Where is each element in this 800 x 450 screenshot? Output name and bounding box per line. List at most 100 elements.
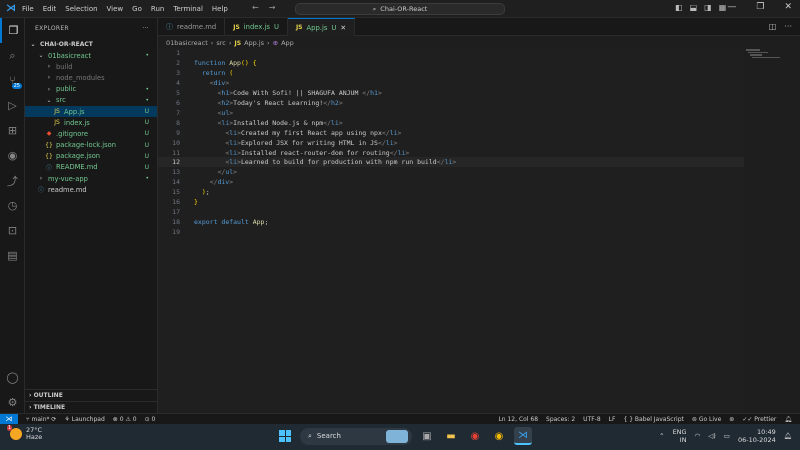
source-control-icon[interactable]: ⑂ 25	[0, 68, 25, 93]
breadcrumb-item[interactable]: App.js	[244, 39, 264, 47]
search-view-icon[interactable]: ⌕	[0, 43, 25, 68]
code-line[interactable]: 4 <div>	[158, 78, 744, 88]
language-indicator[interactable]: ENG IN	[673, 428, 687, 444]
language-mode[interactable]: { } Babel JavaScript	[623, 416, 683, 423]
code-line[interactable]: 13 </ul>	[158, 167, 744, 177]
notifications-bell-icon[interactable]: 🔔︎	[784, 416, 792, 423]
taskbar-search[interactable]: ⌕ Search	[300, 427, 412, 445]
split-editor-icon[interactable]: ◫	[769, 22, 777, 31]
customize-layout-icon[interactable]: ▦	[719, 3, 727, 12]
command-center-search[interactable]: ⌕ Chai-OR-React	[295, 3, 505, 15]
minimap[interactable]	[744, 48, 792, 88]
live-share-icon[interactable]: ⤴	[0, 168, 25, 193]
code-line[interactable]: 16}	[158, 197, 744, 207]
more-actions-icon[interactable]: ···	[142, 25, 149, 32]
end-of-line[interactable]: LF	[609, 416, 616, 423]
battery-icon[interactable]: ▭	[724, 432, 730, 440]
restore-icon[interactable]: ❐	[756, 2, 764, 12]
account-icon[interactable]: ◯	[0, 365, 25, 390]
code-line[interactable]: 3 return (	[158, 68, 744, 78]
github-icon[interactable]: ◉	[0, 143, 25, 168]
file-tree-item[interactable]: ⌄ src •	[25, 95, 157, 106]
volume-icon[interactable]: ◁)	[708, 432, 716, 440]
remote-indicator-icon[interactable]: ⋊	[0, 413, 18, 425]
go-live-button[interactable]: ⊚ Go Live	[692, 416, 721, 423]
run-debug-icon[interactable]: ▷	[0, 93, 25, 118]
branch-indicator[interactable]: ⑂ main* ⟳	[26, 416, 56, 423]
code-line[interactable]: 6 <h2>Today's React Learning!</h2>	[158, 98, 744, 108]
cursor-position[interactable]: Ln 12, Col 68	[498, 416, 538, 423]
copilot-icon[interactable]: ⊛	[729, 416, 734, 423]
close-tab-icon[interactable]: ✕	[340, 24, 346, 32]
code-line[interactable]: 9 <li>Created my first React app using n…	[158, 128, 744, 138]
breadcrumb-item[interactable]: src	[216, 39, 226, 47]
launchpad-item[interactable]: ⚘ Launchpad	[64, 416, 104, 423]
code-line[interactable]: 2 function App() {	[158, 58, 744, 68]
tab-index-js[interactable]: JS index.js U	[225, 18, 288, 36]
chrome-profile-icon[interactable]: ◉	[490, 427, 508, 445]
file-tree-item[interactable]: › my-vue-app •	[25, 173, 157, 184]
menu-item-file[interactable]: File	[22, 5, 34, 13]
breadcrumb-item[interactable]: App	[281, 39, 294, 47]
file-tree-item[interactable]: JS App.js U	[25, 105, 157, 118]
problems-indicator[interactable]: ⊗ 0 ⚠ 0	[113, 416, 137, 423]
settings-gear-icon[interactable]: ⚙	[0, 390, 25, 415]
wifi-icon[interactable]: ◠	[695, 432, 701, 440]
timeline-section[interactable]: › TIMELINE	[25, 401, 158, 413]
minimize-icon[interactable]: —	[727, 2, 736, 12]
file-tree-item[interactable]: ⌄ 01basicreact •	[25, 50, 157, 61]
file-tree-item[interactable]: › node_modules	[25, 72, 157, 83]
file-tree-item[interactable]: › public •	[25, 84, 157, 95]
forward-arrow-icon[interactable]: →	[269, 3, 276, 12]
vscode-taskbar-icon[interactable]: ⋊	[514, 427, 532, 445]
timeline-icon[interactable]: ◷	[0, 193, 25, 218]
menu-item-view[interactable]: View	[107, 5, 124, 13]
code-editor[interactable]: 1 2 function App() {3 return (4 <div> 5 <h1…	[158, 48, 744, 413]
close-window-icon[interactable]: ✕	[784, 2, 792, 12]
remote-explorer-icon[interactable]: ⊡	[0, 218, 25, 243]
explorer-icon[interactable]: ❐	[0, 18, 25, 43]
menu-item-go[interactable]: Go	[132, 5, 142, 13]
extensions-icon[interactable]: ⊞	[0, 118, 25, 143]
code-line[interactable]: 8 <li>Installed Node.js & npm</li>	[158, 118, 744, 128]
chrome-icon[interactable]: ◉	[466, 427, 484, 445]
toggle-sidebar-icon[interactable]: ◧	[675, 3, 683, 12]
task-view-icon[interactable]: ▣	[418, 427, 436, 445]
file-tree-item[interactable]: ⓘ readme.md	[25, 184, 157, 195]
code-line[interactable]: 18 export default App;	[158, 217, 744, 227]
file-tree-item[interactable]: {} package.json U	[25, 151, 157, 162]
code-line[interactable]: 7 <ul>	[158, 108, 744, 118]
code-line[interactable]: 5 <h1>Code With Sofi! || SHAGUFA ANJUM <…	[158, 88, 744, 98]
code-line[interactable]: 1	[158, 48, 744, 58]
menu-item-edit[interactable]: Edit	[43, 5, 57, 13]
indentation[interactable]: Spaces: 2	[546, 416, 575, 423]
tray-overflow-icon[interactable]: ⌃	[659, 432, 664, 440]
back-arrow-icon[interactable]: ←	[252, 3, 259, 12]
ports-indicator[interactable]: ⊙ 0	[145, 416, 156, 423]
code-line[interactable]: 12 <li>Learned to build for production w…	[158, 157, 744, 168]
code-line[interactable]: 14 </div>	[158, 177, 744, 187]
clock[interactable]: 10:49 06-10-2024	[738, 428, 776, 444]
file-explorer-icon[interactable]: ▬	[442, 427, 460, 445]
file-tree-item[interactable]: {} package-lock.json U	[25, 140, 157, 151]
menu-item-terminal[interactable]: Terminal	[173, 5, 203, 13]
file-tree-item[interactable]: ◆ .gitignore U	[25, 128, 157, 139]
code-line[interactable]: 15 );	[158, 187, 744, 197]
tab-readme-md[interactable]: ⓘ readme.md	[158, 18, 226, 36]
tab-app-js[interactable]: JS App.js U ✕	[287, 18, 356, 36]
toggle-panel-icon[interactable]: ⬓	[690, 3, 698, 12]
outline-section[interactable]: › OUTLINE	[25, 389, 158, 401]
code-line[interactable]: 19	[158, 227, 744, 237]
notification-center-icon[interactable]: 🔔︎	[784, 432, 792, 440]
code-line[interactable]: 11 <li>Installed react-router-dom for ro…	[158, 148, 744, 158]
code-line[interactable]: 17	[158, 207, 744, 217]
windows-start-icon[interactable]	[276, 427, 294, 445]
weather-widget[interactable]: 1 27°C Haze	[7, 425, 42, 441]
more-editor-actions-icon[interactable]: ···	[784, 22, 792, 31]
code-line[interactable]: 10 <li>Explored JSX for writing HTML in …	[158, 138, 744, 148]
menu-item-run[interactable]: Run	[151, 5, 164, 13]
encoding[interactable]: UTF-8	[583, 416, 601, 423]
workspace-root[interactable]: ⌄ CHAI-OR-REACT	[25, 38, 157, 50]
docker-icon[interactable]: ▤	[0, 243, 25, 268]
file-tree-item[interactable]: ⓘ README.md U	[25, 162, 157, 173]
